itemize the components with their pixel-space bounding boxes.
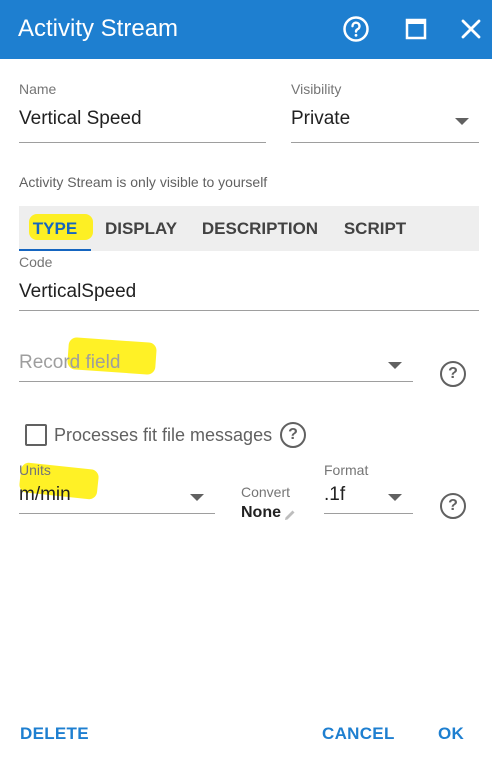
tab-description[interactable]: DESCRIPTION bbox=[195, 206, 325, 251]
code-label: Code bbox=[19, 254, 53, 270]
name-label: Name bbox=[19, 81, 57, 97]
dialog-titlebar: Activity Stream bbox=[0, 0, 492, 59]
help-icon[interactable] bbox=[340, 13, 372, 45]
code-input[interactable]: VerticalSpeed bbox=[19, 281, 136, 303]
active-tab-indicator bbox=[19, 249, 91, 251]
units-underline bbox=[19, 513, 215, 514]
cancel-button[interactable]: CANCEL bbox=[322, 724, 395, 744]
convert-label: Convert bbox=[241, 484, 291, 500]
tab-display[interactable]: DISPLAY bbox=[97, 206, 185, 251]
visibility-select[interactable]: Private bbox=[291, 108, 350, 130]
pencil-icon[interactable] bbox=[284, 508, 296, 520]
name-underline bbox=[19, 142, 266, 143]
record-field-help-icon[interactable]: ? bbox=[440, 361, 466, 387]
format-underline bbox=[324, 513, 413, 514]
visibility-note: Activity Stream is only visible to yours… bbox=[19, 174, 268, 190]
fit-checkbox[interactable] bbox=[25, 424, 47, 446]
close-icon[interactable] bbox=[455, 13, 487, 45]
name-input[interactable]: Vertical Speed bbox=[19, 108, 142, 130]
record-field-dropdown-icon[interactable] bbox=[388, 362, 402, 369]
visibility-label: Visibility bbox=[291, 81, 342, 97]
dialog-title: Activity Stream bbox=[18, 15, 179, 42]
fit-help-icon[interactable]: ? bbox=[280, 422, 306, 448]
units-label: Units bbox=[19, 462, 51, 478]
tab-type[interactable]: TYPE bbox=[19, 206, 91, 251]
format-help-icon[interactable]: ? bbox=[440, 493, 466, 519]
record-field-underline bbox=[19, 381, 413, 382]
code-underline bbox=[19, 310, 479, 311]
visibility-underline bbox=[291, 142, 479, 143]
format-label: Format bbox=[324, 462, 369, 478]
units-dropdown-icon[interactable] bbox=[190, 494, 204, 501]
format-select[interactable]: .1f bbox=[324, 484, 345, 506]
visibility-dropdown-icon[interactable] bbox=[455, 118, 469, 125]
units-select[interactable]: m/min bbox=[19, 484, 71, 506]
fit-checkbox-label: Processes fit file messages bbox=[54, 425, 273, 445]
ok-button[interactable]: OK bbox=[438, 724, 464, 744]
format-dropdown-icon[interactable] bbox=[388, 494, 402, 501]
tab-script[interactable]: SCRIPT bbox=[335, 206, 415, 251]
maximize-icon[interactable] bbox=[400, 13, 432, 45]
convert-value[interactable]: None bbox=[241, 504, 281, 522]
tab-bar: TYPE DISPLAY DESCRIPTION SCRIPT bbox=[19, 206, 479, 251]
delete-button[interactable]: DELETE bbox=[20, 724, 89, 744]
record-field-select[interactable]: Record field bbox=[19, 352, 120, 374]
